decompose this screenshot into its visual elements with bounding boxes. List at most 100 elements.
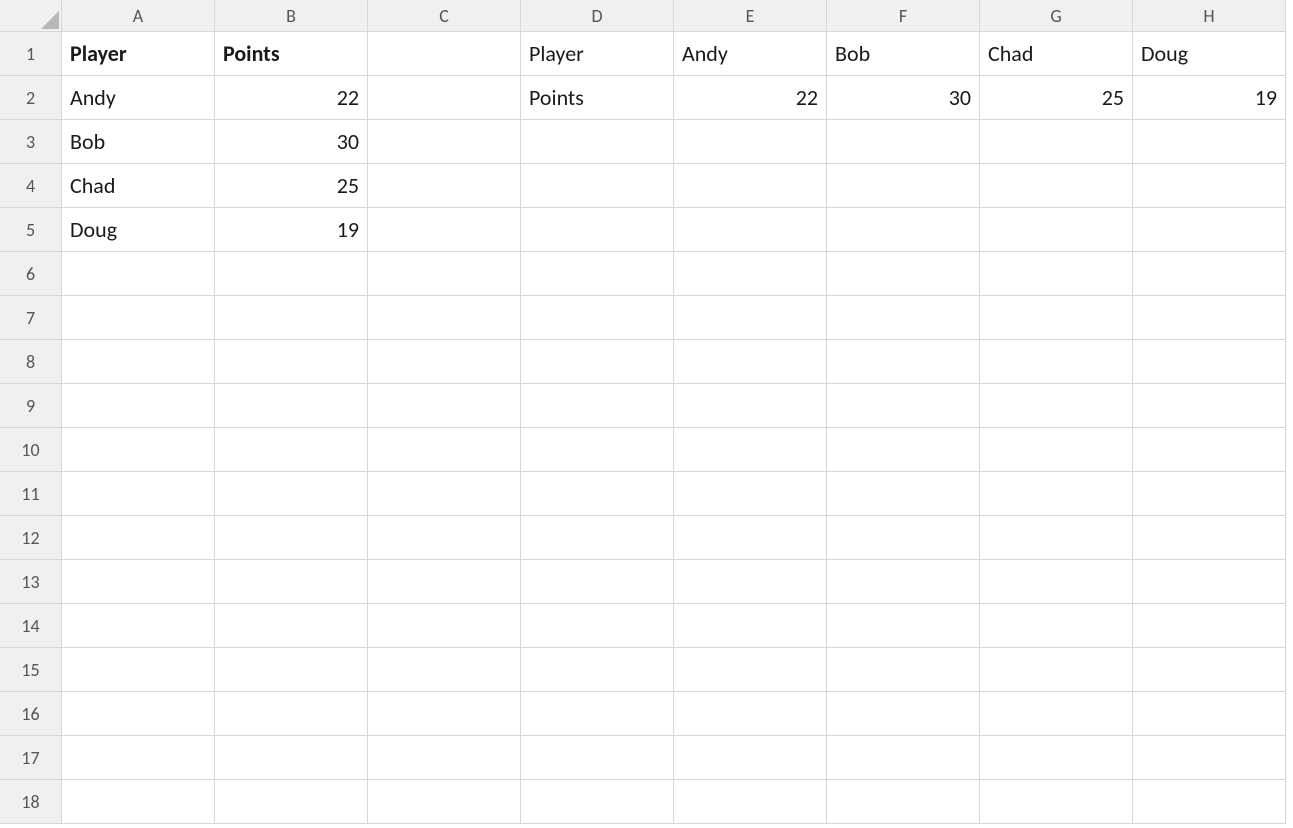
cell-A3[interactable]: Bob (62, 120, 215, 164)
cell-C1[interactable] (368, 32, 521, 76)
cell-E6[interactable] (674, 252, 827, 296)
cell-E13[interactable] (674, 560, 827, 604)
cell-A15[interactable] (62, 648, 215, 692)
row-header-9[interactable]: 9 (0, 384, 62, 428)
cell-E8[interactable] (674, 340, 827, 384)
cell-H7[interactable] (1133, 296, 1286, 340)
cell-B4[interactable]: 25 (215, 164, 368, 208)
cell-G5[interactable] (980, 208, 1133, 252)
cell-H5[interactable] (1133, 208, 1286, 252)
cell-B14[interactable] (215, 604, 368, 648)
cell-C13[interactable] (368, 560, 521, 604)
column-header-H[interactable]: H (1133, 0, 1286, 32)
cell-E2[interactable]: 22 (674, 76, 827, 120)
cell-F9[interactable] (827, 384, 980, 428)
cell-F10[interactable] (827, 428, 980, 472)
cell-C6[interactable] (368, 252, 521, 296)
cell-H14[interactable] (1133, 604, 1286, 648)
cell-F3[interactable] (827, 120, 980, 164)
cell-A1[interactable]: Player (62, 32, 215, 76)
cell-F14[interactable] (827, 604, 980, 648)
cell-H4[interactable] (1133, 164, 1286, 208)
cell-C2[interactable] (368, 76, 521, 120)
select-all-corner[interactable] (0, 0, 62, 32)
cell-G3[interactable] (980, 120, 1133, 164)
cell-A17[interactable] (62, 736, 215, 780)
cell-B12[interactable] (215, 516, 368, 560)
cell-E17[interactable] (674, 736, 827, 780)
row-header-17[interactable]: 17 (0, 736, 62, 780)
cell-C12[interactable] (368, 516, 521, 560)
cell-B1[interactable]: Points (215, 32, 368, 76)
cell-G4[interactable] (980, 164, 1133, 208)
cell-B2[interactable]: 22 (215, 76, 368, 120)
cell-G6[interactable] (980, 252, 1133, 296)
cell-H2[interactable]: 19 (1133, 76, 1286, 120)
cell-D1[interactable]: Player (521, 32, 674, 76)
row-header-3[interactable]: 3 (0, 120, 62, 164)
cell-C5[interactable] (368, 208, 521, 252)
cell-G7[interactable] (980, 296, 1133, 340)
cell-H1[interactable]: Doug (1133, 32, 1286, 76)
column-header-D[interactable]: D (521, 0, 674, 32)
cell-C11[interactable] (368, 472, 521, 516)
cell-G17[interactable] (980, 736, 1133, 780)
row-header-11[interactable]: 11 (0, 472, 62, 516)
row-header-4[interactable]: 4 (0, 164, 62, 208)
column-header-E[interactable]: E (674, 0, 827, 32)
cell-H17[interactable] (1133, 736, 1286, 780)
cell-C4[interactable] (368, 164, 521, 208)
cell-D5[interactable] (521, 208, 674, 252)
cell-F7[interactable] (827, 296, 980, 340)
cell-A12[interactable] (62, 516, 215, 560)
cell-A2[interactable]: Andy (62, 76, 215, 120)
row-header-10[interactable]: 10 (0, 428, 62, 472)
cell-H10[interactable] (1133, 428, 1286, 472)
column-header-G[interactable]: G (980, 0, 1133, 32)
cell-D15[interactable] (521, 648, 674, 692)
cell-E1[interactable]: Andy (674, 32, 827, 76)
cell-B10[interactable] (215, 428, 368, 472)
cell-F11[interactable] (827, 472, 980, 516)
cell-G12[interactable] (980, 516, 1133, 560)
cell-H12[interactable] (1133, 516, 1286, 560)
cell-B5[interactable]: 19 (215, 208, 368, 252)
cell-G18[interactable] (980, 780, 1133, 824)
column-header-A[interactable]: A (62, 0, 215, 32)
cell-F5[interactable] (827, 208, 980, 252)
row-header-6[interactable]: 6 (0, 252, 62, 296)
cell-D2[interactable]: Points (521, 76, 674, 120)
cell-G16[interactable] (980, 692, 1133, 736)
cell-C16[interactable] (368, 692, 521, 736)
cell-B7[interactable] (215, 296, 368, 340)
cell-E16[interactable] (674, 692, 827, 736)
cell-B17[interactable] (215, 736, 368, 780)
cell-C15[interactable] (368, 648, 521, 692)
cell-D10[interactable] (521, 428, 674, 472)
cell-B13[interactable] (215, 560, 368, 604)
cell-C14[interactable] (368, 604, 521, 648)
cell-H8[interactable] (1133, 340, 1286, 384)
cell-C7[interactable] (368, 296, 521, 340)
cell-D8[interactable] (521, 340, 674, 384)
cell-D11[interactable] (521, 472, 674, 516)
cell-F17[interactable] (827, 736, 980, 780)
cell-D7[interactable] (521, 296, 674, 340)
cell-B6[interactable] (215, 252, 368, 296)
cell-C18[interactable] (368, 780, 521, 824)
cell-G14[interactable] (980, 604, 1133, 648)
cell-H11[interactable] (1133, 472, 1286, 516)
cell-F16[interactable] (827, 692, 980, 736)
cell-G9[interactable] (980, 384, 1133, 428)
cell-D9[interactable] (521, 384, 674, 428)
cell-H6[interactable] (1133, 252, 1286, 296)
cell-C8[interactable] (368, 340, 521, 384)
cell-A18[interactable] (62, 780, 215, 824)
cell-D13[interactable] (521, 560, 674, 604)
cell-D14[interactable] (521, 604, 674, 648)
row-header-16[interactable]: 16 (0, 692, 62, 736)
spreadsheet-grid[interactable]: ABCDEFGH1PlayerPointsPlayerAndyBobChadDo… (0, 0, 1293, 824)
cell-A5[interactable]: Doug (62, 208, 215, 252)
cell-A8[interactable] (62, 340, 215, 384)
cell-E15[interactable] (674, 648, 827, 692)
